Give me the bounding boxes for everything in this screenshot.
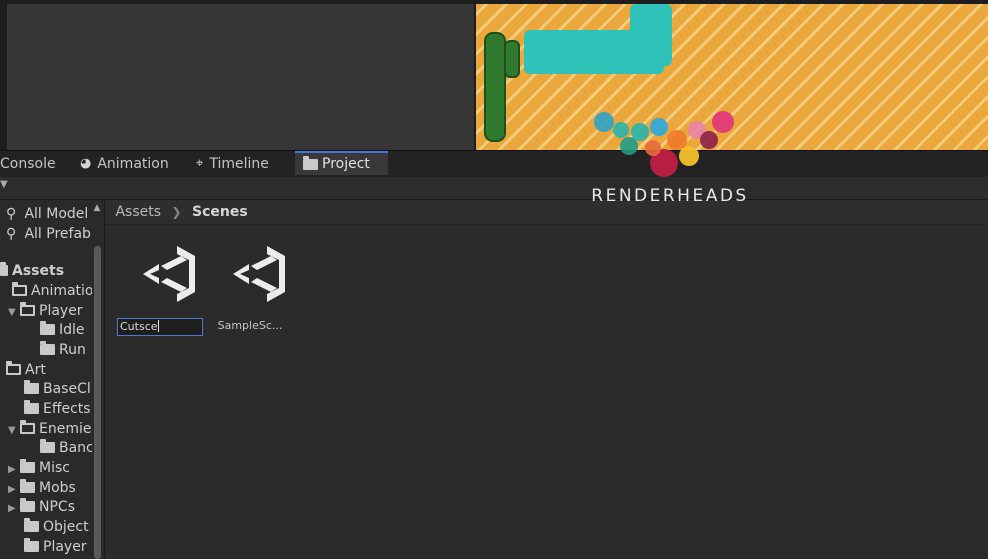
editor-tab-bar: Console ◕ Animation ⌖ Timeline Project	[0, 150, 988, 177]
tab-animation-label: Animation	[97, 156, 169, 172]
tree-item-art[interactable]: Art	[0, 360, 46, 380]
tree-label: Idle	[59, 322, 85, 338]
chevron-right-icon[interactable]: ▶	[8, 499, 20, 519]
tree-label: NPCs	[39, 499, 75, 515]
breadcrumb-assets[interactable]: Assets	[115, 200, 161, 224]
folder-icon	[20, 459, 35, 473]
breadcrumb-scenes[interactable]: Scenes	[192, 200, 248, 224]
tree-item-player[interactable]: ▼ Player	[8, 301, 83, 321]
scroll-up-icon[interactable]: ▲	[92, 203, 102, 215]
tab-console[interactable]: Console	[0, 151, 70, 177]
chevron-down-icon[interactable]: ▼	[8, 421, 20, 441]
tree-label: Mobs	[39, 480, 76, 496]
project-toolbar: ▼	[0, 177, 988, 200]
favorite-label: All Prefab	[24, 226, 91, 242]
tree-label: BaseCl	[43, 381, 91, 397]
folder-icon	[40, 321, 55, 335]
tab-console-label: Console	[0, 156, 56, 172]
folder-open-icon	[12, 282, 27, 296]
tree-item-objects[interactable]: Object	[24, 517, 89, 537]
folder-icon	[24, 400, 39, 414]
chevron-down-icon[interactable]: ▼	[8, 303, 20, 323]
favorite-label: All Model	[24, 206, 89, 222]
tab-project[interactable]: Project	[295, 151, 388, 175]
tree-label: Object	[43, 519, 89, 535]
tree-item-animation[interactable]: Animation	[0, 281, 102, 301]
folder-icon	[24, 538, 39, 552]
tree-label: Art	[25, 362, 46, 378]
tree-label: Effects	[43, 401, 91, 417]
favorite-all-models[interactable]: ⚲ All Model	[6, 204, 88, 224]
folder-icon	[0, 262, 8, 276]
tree-item-idle[interactable]: Idle	[40, 320, 85, 340]
scene-view[interactable]	[7, 4, 474, 150]
asset-name-text: Cutsce	[120, 320, 158, 333]
asset-scene-samplescene[interactable]: SampleSc...	[207, 242, 297, 342]
unity-scene-icon	[143, 246, 195, 302]
folder-icon	[40, 439, 55, 453]
folder-icon	[40, 341, 55, 355]
renderheads-logo-icon	[594, 111, 734, 177]
create-dropdown-icon[interactable]: ▼	[0, 179, 8, 190]
tree-item-npcs[interactable]: ▶ NPCs	[8, 497, 75, 517]
tree-label: Banc	[59, 440, 94, 456]
cactus-arm-sprite	[504, 40, 520, 78]
tree-item-enemies[interactable]: ▼ Enemie	[8, 419, 91, 439]
tab-timeline[interactable]: ⌖ Timeline	[196, 151, 286, 177]
tree-scrollbar-thumb[interactable]	[94, 246, 101, 559]
unity-scene-icon	[233, 246, 285, 302]
search-icon: ⚲	[6, 226, 17, 242]
tree-item-run[interactable]: Run	[40, 340, 86, 360]
text-caret	[157, 320, 159, 332]
tree-label: Run	[59, 342, 86, 358]
cactus-sprite	[484, 32, 506, 142]
tree-label: Enemie	[39, 421, 92, 437]
folder-open-icon	[20, 420, 35, 434]
folder-icon	[20, 479, 35, 493]
project-asset-panel: Assets ❯ Scenes Cutsce SampleSc...	[105, 200, 988, 559]
folder-icon	[20, 498, 35, 512]
tree-item-misc[interactable]: ▶ Misc	[8, 458, 70, 478]
tree-label: Player	[43, 539, 87, 555]
animation-icon: ◕	[80, 156, 92, 171]
tree-item-basecl[interactable]: BaseCl	[24, 379, 91, 399]
tree-item-effects[interactable]: Effects	[24, 399, 91, 419]
project-folder-tree: ⚲ All Model ⚲ All Prefab Assets Animatio…	[0, 200, 105, 559]
favorite-all-prefabs[interactable]: ⚲ All Prefab	[6, 224, 91, 244]
folder-open-icon	[20, 302, 35, 316]
tab-project-label: Project	[322, 156, 370, 172]
tree-label: Player	[39, 303, 83, 319]
viewport-area	[0, 0, 988, 150]
timeline-icon: ⌖	[196, 156, 204, 171]
tree-item-assets[interactable]: Assets	[0, 261, 64, 281]
chevron-right-icon: ❯	[171, 205, 182, 219]
folder-open-icon	[6, 361, 21, 375]
folder-icon	[24, 380, 39, 394]
tree-label: Assets	[12, 263, 65, 279]
tree-item-bandit[interactable]: Banc	[40, 438, 94, 458]
asset-name-label: SampleSc...	[217, 319, 283, 332]
tree-item-player-art[interactable]: Player	[24, 537, 87, 557]
chevron-right-icon[interactable]: ▶	[8, 460, 20, 480]
tab-timeline-label: Timeline	[209, 156, 269, 172]
asset-name-input[interactable]: Cutsce	[117, 318, 203, 336]
folder-icon	[303, 155, 318, 170]
tree-item-mobs[interactable]: ▶ Mobs	[8, 478, 76, 498]
tree-label: Misc	[39, 460, 70, 476]
watermark-text: RENDERHEADS	[591, 186, 749, 206]
water-channel	[524, 30, 664, 74]
breadcrumb: Assets ❯ Scenes	[105, 200, 988, 225]
tab-animation[interactable]: ◕ Animation	[80, 151, 180, 177]
asset-scene-cutscene[interactable]: Cutsce	[117, 242, 207, 342]
folder-icon	[24, 518, 39, 532]
renderheads-watermark: RENDERHEADS	[575, 108, 765, 208]
search-icon: ⚲	[6, 206, 17, 222]
